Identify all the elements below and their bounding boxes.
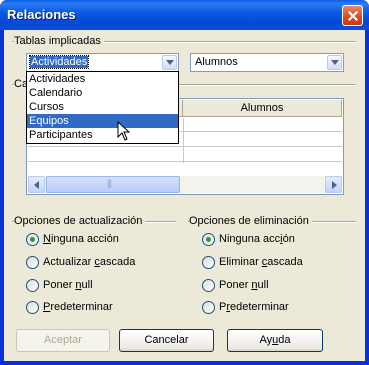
label-text: ull <box>257 279 269 291</box>
update-group-label: Opciones de actualización <box>14 215 146 227</box>
label-text: redeterminar <box>50 301 113 313</box>
chevron-down-icon[interactable] <box>327 55 342 70</box>
radio-button[interactable] <box>202 301 215 314</box>
scroll-right-icon[interactable] <box>325 176 342 193</box>
scrollbar-thumb[interactable] <box>46 176 180 193</box>
column-divider <box>183 118 184 163</box>
accept-button[interactable]: Aceptar <box>16 329 110 352</box>
table-dropdown-list[interactable]: Actividades Calendario Cursos Equipos Pa… <box>26 71 179 144</box>
dropdown-option[interactable]: Cursos <box>27 100 178 114</box>
dropdown-option[interactable]: Actividades <box>27 72 178 86</box>
label-text: Poner <box>43 279 76 291</box>
dropdown-option-highlighted[interactable]: Equipos <box>27 114 178 128</box>
right-table-combo[interactable]: Alumnos <box>190 53 344 72</box>
tables-group-label: Tablas implicadas <box>14 35 104 47</box>
close-button[interactable] <box>342 5 363 26</box>
dialog-window: Relaciones Tablas implicadas Actividades… <box>0 0 369 365</box>
label-text: ascada <box>99 256 136 268</box>
dialog-body: Tablas implicadas Actividades Alumnos Ac… <box>4 30 365 361</box>
radio-button[interactable] <box>26 233 39 246</box>
label-text: Poner <box>219 279 252 291</box>
label-text: Ninguna acc <box>219 233 281 245</box>
radio-label: Ninguna acción <box>219 233 295 245</box>
delete-group-label: Opciones de eliminación <box>189 215 312 227</box>
label-text: inguna acción <box>50 233 119 245</box>
radio-label: Predeterminar <box>219 301 289 313</box>
right-table-value: Alumnos <box>195 56 238 68</box>
label-text: edeterminar <box>230 301 289 313</box>
cancel-button[interactable]: Cancelar <box>119 329 214 352</box>
radio-button[interactable] <box>202 233 215 246</box>
title-bar[interactable]: Relaciones <box>0 0 369 30</box>
radio-label: Actualizar cascada <box>43 256 135 268</box>
button-label: Ay <box>259 334 273 346</box>
left-table-combo[interactable]: Actividades <box>26 53 179 72</box>
mouse-cursor-icon <box>117 121 131 141</box>
radio-label: Poner null <box>43 279 93 291</box>
radio-label: Ninguna acción <box>43 233 119 245</box>
radio-button[interactable] <box>26 256 39 269</box>
button-label: da <box>278 334 291 346</box>
left-table-value: Actividades <box>28 55 90 69</box>
horizontal-scrollbar[interactable] <box>28 176 342 193</box>
radio-button[interactable] <box>202 279 215 292</box>
dropdown-option[interactable]: Calendario <box>27 86 178 100</box>
column-header[interactable]: Alumnos <box>183 100 342 117</box>
radio-button[interactable] <box>26 279 39 292</box>
table-row[interactable] <box>28 148 342 162</box>
label-text: ascada <box>267 256 303 268</box>
label-text: Eliminar <box>219 256 262 268</box>
dropdown-option[interactable]: Participantes <box>27 128 178 142</box>
radio-button[interactable] <box>26 301 39 314</box>
label-accelerator: N <box>43 233 51 245</box>
radio-label: Poner null <box>219 279 269 291</box>
radio-label: Eliminar cascada <box>219 256 303 268</box>
chevron-down-icon[interactable] <box>162 55 177 70</box>
label-text: ón <box>282 233 295 245</box>
label-text: ull <box>81 279 93 291</box>
label-text: Actualizar <box>43 256 95 268</box>
radio-button[interactable] <box>202 256 215 269</box>
scroll-left-icon[interactable] <box>28 176 45 193</box>
radio-label: Predeterminar <box>43 301 113 313</box>
window-title: Relaciones <box>7 7 76 22</box>
help-button[interactable]: Ayuda <box>227 329 323 352</box>
